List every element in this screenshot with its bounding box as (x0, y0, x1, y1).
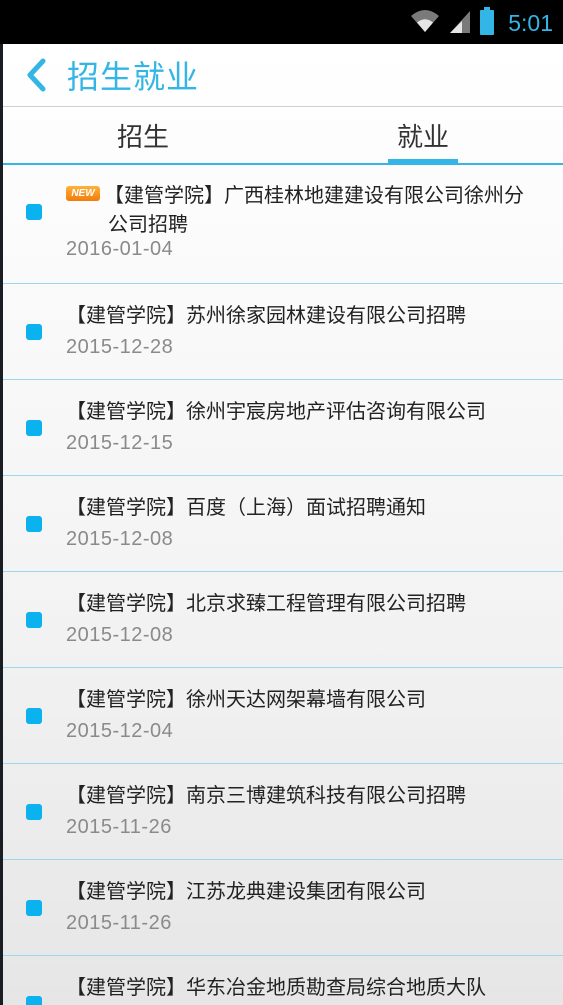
status-bar: 5:01 (0, 0, 563, 44)
list-item[interactable]: 【建管学院】北京求臻工程管理有限公司招聘 2015-12-08 (3, 572, 563, 668)
battery-icon (480, 7, 495, 39)
list-item[interactable]: 【建管学院】徐州宇宸房地产评估咨询有限公司 2015-12-15 (3, 380, 563, 476)
chevron-left-icon[interactable] (11, 44, 61, 106)
clock: 5:01 (508, 9, 553, 36)
list-item[interactable]: 【建管学院】南京三博建筑科技有限公司招聘 2015-11-26 (3, 764, 563, 860)
bullet-icon (26, 996, 42, 1005)
list-item[interactable]: 【建管学院】江苏龙典建设集团有限公司 2015-11-26 (3, 860, 563, 956)
bullet-icon (26, 612, 42, 628)
list-item-title: 【建管学院】华东冶金地质勘查局综合地质大队 (66, 975, 486, 999)
list-item-date: 2015-12-08 (66, 624, 174, 646)
list-item-title: 【建管学院】徐州宇宸房地产评估咨询有限公司 (66, 399, 486, 423)
list-item-title: 【建管学院】苏州徐家园林建设有限公司招聘 (66, 303, 466, 327)
page-title: 招生就业 (67, 58, 200, 96)
new-badge: NEW (66, 186, 100, 201)
list-item-title: 【建管学院】徐州天达网架幕墙有限公司 (66, 687, 426, 711)
bullet-icon (26, 204, 42, 220)
list-item-date: 2015-12-04 (66, 720, 174, 742)
tab-label: 就业 (396, 122, 449, 153)
bullet-icon (26, 516, 42, 532)
job-list: NEW 【建管学院】广西桂林地建建设有限公司徐州分 公司招聘 2016-01-04… (3, 165, 563, 1005)
list-item-date: 2015-12-08 (66, 528, 174, 550)
list-item-date: 2015-11-26 (66, 912, 172, 934)
list-item[interactable]: 【建管学院】徐州天达网架幕墙有限公司 2015-12-04 (3, 668, 563, 764)
tab-label: 招生 (116, 122, 169, 153)
bullet-icon (26, 420, 42, 436)
app-screen: 招生就业 招生 就业 NEW 【建管学院】广西桂林地建建设有限公司徐州分 公司招聘… (3, 44, 563, 1005)
list-item-title: 【建管学院】南京三博建筑科技有限公司招聘 (66, 783, 466, 807)
list-item[interactable]: NEW 【建管学院】广西桂林地建建设有限公司徐州分 公司招聘 2016-01-04 (3, 165, 563, 284)
bullet-icon (26, 324, 42, 340)
list-item[interactable]: 【建管学院】苏州徐家园林建设有限公司招聘 2015-12-28 (3, 284, 563, 380)
list-item-date: 2015-11-26 (66, 816, 172, 838)
bullet-icon (26, 900, 42, 916)
list-item[interactable]: 【建管学院】华东冶金地质勘查局综合地质大队 (3, 956, 563, 1005)
title-bar: 招生就业 (3, 44, 563, 107)
signal-icon (448, 8, 472, 38)
list-item-date: 2016-01-04 (66, 238, 174, 260)
status-icons: 5:01 (410, 7, 553, 39)
tab-employment[interactable]: 就业 (283, 107, 563, 165)
bullet-icon (26, 708, 42, 724)
wifi-icon (410, 8, 440, 38)
list-item-title: NEW 【建管学院】广西桂林地建建设有限公司徐州分 公司招聘 (66, 181, 561, 239)
list-item-date: 2015-12-15 (66, 432, 174, 454)
list-item-title: 【建管学院】江苏龙典建设集团有限公司 (66, 879, 426, 903)
list-item-title: 【建管学院】北京求臻工程管理有限公司招聘 (66, 591, 466, 615)
list-item-date: 2015-12-28 (66, 336, 174, 358)
bullet-icon (26, 804, 42, 820)
list-item[interactable]: 【建管学院】百度（上海）面试招聘通知 2015-12-08 (3, 476, 563, 572)
tab-bar: 招生 就业 (3, 107, 563, 165)
list-item-title: 【建管学院】百度（上海）面试招聘通知 (66, 495, 426, 519)
tab-admissions[interactable]: 招生 (3, 107, 283, 163)
